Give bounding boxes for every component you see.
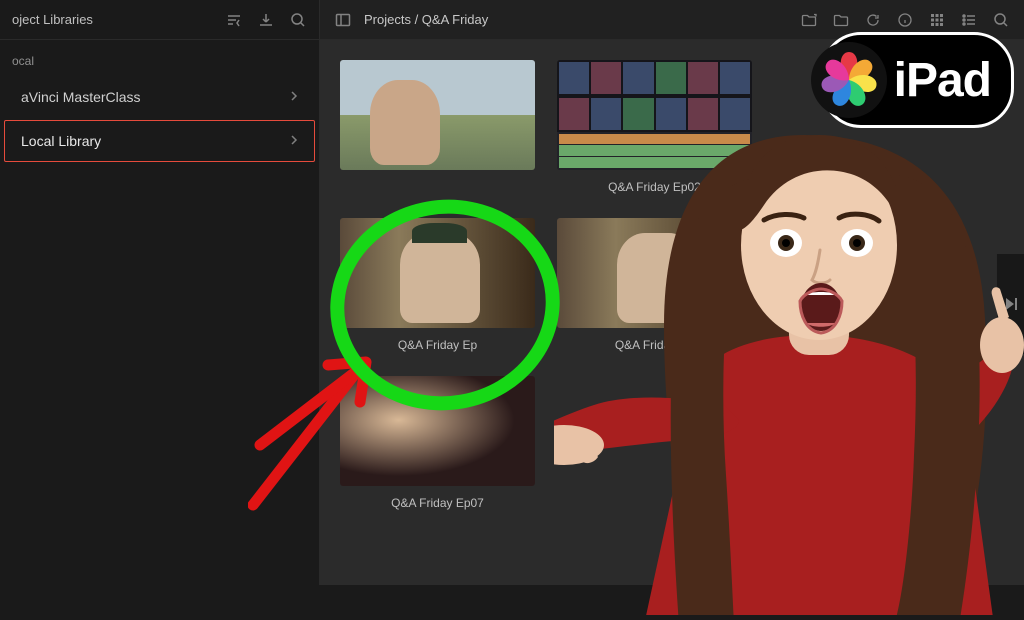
sidebar-item-masterclass[interactable]: aVinci MasterClass <box>4 76 315 118</box>
search-icon[interactable] <box>992 11 1010 29</box>
main-header-right <box>800 11 1010 29</box>
project-card[interactable]: Q&A Friday Ep <box>340 218 535 352</box>
project-card[interactable]: Q&A Friday Ep07 <box>340 376 535 510</box>
import-icon[interactable] <box>257 11 275 29</box>
project-thumbnail <box>340 376 535 486</box>
panel-toggle-icon[interactable] <box>334 11 352 29</box>
project-title: Q&A Friday Ep02 <box>557 180 752 194</box>
sidebar-header: oject Libraries <box>0 0 319 40</box>
transport-panel <box>996 254 1024 354</box>
project-title: Q&A Friday Ep <box>557 338 752 352</box>
badge-text: iPad <box>894 53 991 108</box>
chevron-right-icon <box>290 90 298 105</box>
ipad-badge: iPad <box>821 32 1014 128</box>
project-card[interactable]: Q&A Friday Ep <box>557 218 752 352</box>
sidebar-section: ocal aVinci MasterClass Local Library <box>0 40 319 172</box>
project-thumbnail <box>557 60 752 170</box>
project-thumbnail <box>557 218 752 328</box>
new-folder-icon[interactable] <box>800 11 818 29</box>
sidebar: oject Libraries <box>0 0 320 585</box>
sidebar-item-label: Local Library <box>21 133 101 149</box>
project-card[interactable] <box>340 60 535 194</box>
project-title: Q&A Friday Ep07 <box>340 496 535 510</box>
project-thumbnail <box>340 60 535 170</box>
info-icon[interactable] <box>896 11 914 29</box>
folder-icon[interactable] <box>832 11 850 29</box>
main-header-left: Projects / Q&A Friday <box>334 11 488 29</box>
grid-view-icon[interactable] <box>928 11 946 29</box>
refresh-icon[interactable] <box>864 11 882 29</box>
project-title: Q&A Friday Ep <box>340 338 535 352</box>
sidebar-item-local-library[interactable]: Local Library <box>4 120 315 162</box>
sort-icon[interactable] <box>225 11 243 29</box>
project-card[interactable]: Q&A Friday Ep02 <box>557 60 752 194</box>
project-thumbnail <box>340 218 535 328</box>
breadcrumb[interactable]: Projects / Q&A Friday <box>364 12 488 27</box>
sidebar-item-label: aVinci MasterClass <box>21 89 141 105</box>
chevron-right-icon <box>290 134 298 149</box>
next-icon[interactable] <box>1002 295 1020 313</box>
section-label-local: ocal <box>0 48 319 74</box>
sidebar-title: oject Libraries <box>12 12 93 27</box>
search-icon[interactable] <box>289 11 307 29</box>
davinci-logo-icon <box>810 41 888 119</box>
sidebar-header-icons <box>225 11 307 29</box>
list-view-icon[interactable] <box>960 11 978 29</box>
